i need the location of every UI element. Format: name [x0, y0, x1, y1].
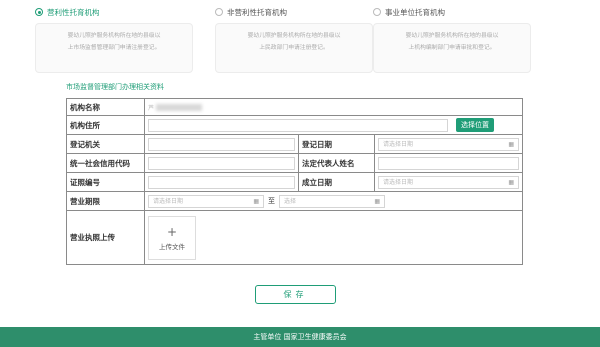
legal-rep-cell	[374, 153, 523, 173]
term-to-label: 至	[268, 197, 275, 205]
org-type-desc-line: 上市场监督管理部门申请注册登记。	[67, 45, 161, 51]
org-type-desc-line: 婴幼儿照护服务机构所在地的县级以	[67, 33, 161, 39]
redacted-text	[156, 104, 203, 111]
founded-date-input[interactable]: 请选择日期 ▦	[378, 175, 519, 189]
footer: 主管单位 国家卫生健康委员会	[0, 327, 600, 347]
org-address-cell: 选择位置	[144, 115, 523, 135]
upload-file-button[interactable]: + 上传文件	[148, 215, 196, 260]
calendar-icon: ▦	[253, 197, 259, 205]
form-row-org-address: 机构住所 选择位置	[66, 115, 523, 135]
org-type-card-non-profit[interactable]: 非营利性托育机构 婴幼儿照护服务机构所在地的县级以 上民政部门申请注册登记。	[215, 5, 373, 75]
reg-date-cell: 请选择日期 ▦	[374, 134, 523, 154]
save-button[interactable]: 保存	[255, 285, 336, 304]
founded-date-placeholder: 请选择日期	[383, 178, 414, 186]
org-type-title: 非营利性托育机构	[227, 7, 287, 17]
upload-file-label: 上传文件	[159, 242, 185, 251]
founded-date-cell: 请选择日期 ▦	[374, 172, 523, 192]
term-start-input[interactable]: 请选择日期 ▦	[148, 194, 264, 208]
radio-for-profit[interactable]	[35, 8, 43, 16]
term-start-placeholder: 请选择日期	[153, 197, 184, 205]
reg-authority-cell	[144, 134, 299, 154]
org-type-title: 事业单位托育机构	[385, 7, 445, 17]
org-name-cell: 芦	[144, 98, 523, 116]
credit-code-input[interactable]	[148, 156, 295, 170]
legal-rep-label: 法定代表人姓名	[298, 153, 375, 173]
org-type-card-for-profit[interactable]: 营利性托育机构 婴幼儿照护服务机构所在地的县级以 上市场监督管理部门申请注册登记…	[35, 5, 193, 75]
license-no-label: 证照编号	[66, 172, 145, 192]
org-name-value: 芦	[148, 104, 155, 112]
org-type-title: 营利性托育机构	[47, 7, 100, 17]
term-end-input[interactable]: 选择 ▦	[279, 194, 385, 208]
form-row-term: 营业期限 请选择日期 ▦ 至 选择 ▦	[66, 191, 523, 211]
org-type-desc: 婴幼儿照护服务机构所在地的县级以 上市场监督管理部门申请注册登记。	[35, 23, 193, 73]
reg-authority-label: 登记机关	[66, 134, 145, 154]
upload-cell: + 上传文件	[144, 210, 523, 265]
org-name-label: 机构名称	[66, 98, 145, 116]
license-no-input[interactable]	[148, 175, 295, 189]
org-type-selector: 营利性托育机构 婴幼儿照护服务机构所在地的县级以 上市场监督管理部门申请注册登记…	[35, 5, 565, 75]
form-row-license: 证照编号 成立日期 请选择日期 ▦	[66, 172, 523, 192]
reg-authority-input[interactable]	[148, 137, 295, 151]
term-end-placeholder: 选择	[284, 197, 297, 205]
reg-date-placeholder: 请选择日期	[383, 140, 414, 148]
radio-public-institution[interactable]	[373, 8, 381, 16]
reg-date-label: 登记日期	[298, 134, 375, 154]
upload-label: 营业执照上传	[66, 210, 145, 265]
reg-date-input[interactable]: 请选择日期 ▦	[378, 137, 519, 151]
calendar-icon: ▦	[508, 140, 514, 148]
form-row-org-name: 机构名称 芦	[66, 98, 523, 116]
select-location-button[interactable]: 选择位置	[456, 118, 494, 132]
credit-code-label: 统一社会信用代码	[66, 153, 145, 173]
org-type-card-public-institution[interactable]: 事业单位托育机构 婴幼儿照护服务机构所在地的县级以 上机构编制部门申请审批和登记…	[373, 5, 531, 75]
radio-non-profit[interactable]	[215, 8, 223, 16]
form-row-credit: 统一社会信用代码 法定代表人姓名	[66, 153, 523, 173]
org-type-desc-line: 婴幼儿照护服务机构所在地的县级以	[247, 33, 341, 39]
section-title[interactable]: 市场监督管理部门办理相关资料	[66, 82, 164, 92]
org-type-desc-line: 上机构编制部门申请审批和登记。	[408, 45, 496, 51]
license-no-cell	[144, 172, 299, 192]
plus-icon: +	[166, 224, 178, 239]
form-row-reg: 登记机关 登记日期 请选择日期 ▦	[66, 134, 523, 154]
registration-form: 机构名称 芦 机构住所 选择位置 登记机关 登记日期 请选择日期 ▦ 统一社会信…	[66, 98, 523, 265]
founded-date-label: 成立日期	[298, 172, 375, 192]
credit-code-cell	[144, 153, 299, 173]
calendar-icon: ▦	[374, 197, 380, 205]
term-label: 营业期限	[66, 191, 145, 211]
calendar-icon: ▦	[508, 178, 514, 186]
org-type-desc-line: 婴幼儿照护服务机构所在地的县级以	[405, 33, 499, 39]
footer-text: 主管单位 国家卫生健康委员会	[253, 333, 347, 341]
form-row-upload: 营业执照上传 + 上传文件	[66, 210, 523, 265]
org-address-label: 机构住所	[66, 115, 145, 135]
org-type-desc-line: 上民政部门申请注册登记。	[259, 45, 329, 51]
org-type-desc: 婴幼儿照护服务机构所在地的县级以 上机构编制部门申请审批和登记。	[373, 23, 531, 73]
org-address-input[interactable]	[148, 118, 448, 132]
legal-rep-input[interactable]	[378, 156, 519, 170]
org-type-desc: 婴幼儿照护服务机构所在地的县级以 上民政部门申请注册登记。	[215, 23, 373, 73]
term-cell: 请选择日期 ▦ 至 选择 ▦	[144, 191, 523, 211]
